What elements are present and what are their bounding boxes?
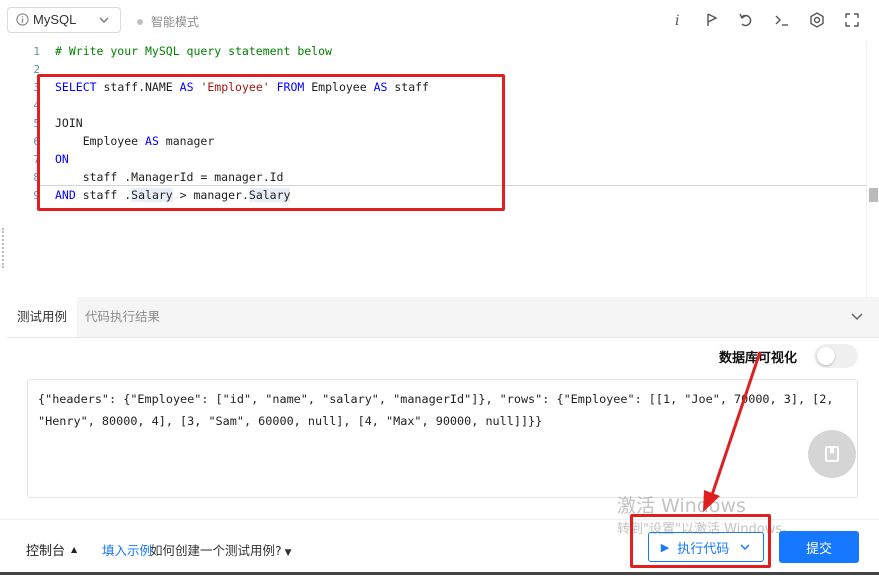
line-number: 7 bbox=[33, 153, 40, 166]
line-number: 2 bbox=[33, 63, 40, 76]
flag-icon[interactable] bbox=[703, 11, 721, 29]
info-icon bbox=[16, 13, 29, 26]
line-number: 6 bbox=[33, 135, 40, 148]
db-visualization-toggle[interactable] bbox=[814, 344, 858, 368]
code-comment: # Write your MySQL query statement below bbox=[55, 44, 332, 58]
testcase-input[interactable]: {"headers": {"Employee": ["id", "name", … bbox=[27, 379, 858, 498]
line-number: 3 bbox=[33, 81, 40, 94]
italic-i-icon[interactable]: i bbox=[669, 11, 687, 29]
language-label: MySQL bbox=[33, 12, 77, 27]
line-number: 1 bbox=[33, 45, 40, 58]
tab-run-result[interactable]: 代码执行结果 bbox=[75, 297, 170, 337]
caret-down-icon: ▼ bbox=[284, 548, 292, 558]
notebook-icon bbox=[825, 446, 839, 462]
smart-mode-toggle[interactable]: 智能模式 bbox=[137, 13, 199, 30]
toggle-knob bbox=[817, 347, 835, 365]
db-visualization-label: 数据库可视化 bbox=[719, 351, 798, 366]
how-to-create-testcase[interactable]: 如何创建一个测试用例? ▼ bbox=[150, 540, 292, 559]
annotation-box-run bbox=[630, 514, 771, 568]
console-button[interactable]: 控制台 ▲ bbox=[26, 540, 77, 559]
fill-example-link[interactable]: 填入示例 bbox=[102, 540, 152, 559]
collapse-chevron-icon[interactable] bbox=[850, 309, 864, 323]
settings-icon[interactable] bbox=[808, 11, 826, 29]
line-number: 9 bbox=[33, 189, 40, 202]
annotation-box-code bbox=[37, 74, 505, 211]
language-select[interactable]: MySQL bbox=[7, 7, 121, 33]
scrollbar-thumb[interactable] bbox=[869, 188, 878, 202]
how-create-label: 如何创建一个测试用例? bbox=[150, 543, 282, 558]
panel-tabs: 测试用例 代码执行结果 bbox=[7, 297, 879, 338]
editor-toolbar: MySQL 智能模式 i bbox=[0, 0, 879, 43]
editor-scrollbar[interactable] bbox=[866, 42, 879, 297]
line-number: 5 bbox=[33, 117, 40, 130]
undo-icon[interactable] bbox=[737, 11, 755, 29]
chevron-down-icon bbox=[99, 17, 109, 23]
line-number: 8 bbox=[33, 171, 40, 184]
resize-handle[interactable] bbox=[2, 228, 6, 268]
smart-mode-label: 智能模式 bbox=[151, 15, 200, 29]
terminal-icon[interactable] bbox=[773, 11, 791, 29]
caret-up-icon: ▲ bbox=[71, 545, 78, 554]
notebook-button[interactable] bbox=[808, 430, 856, 478]
status-dot bbox=[137, 18, 143, 25]
test-panel: 测试用例 代码执行结果 数据库可视化 {"headers": {"Employe… bbox=[7, 297, 879, 519]
console-label: 控制台 bbox=[26, 544, 66, 559]
svg-text:i: i bbox=[675, 13, 679, 29]
line-number: 4 bbox=[33, 99, 40, 112]
fullscreen-icon[interactable] bbox=[843, 11, 861, 29]
tab-testcase[interactable]: 测试用例 bbox=[7, 297, 78, 337]
